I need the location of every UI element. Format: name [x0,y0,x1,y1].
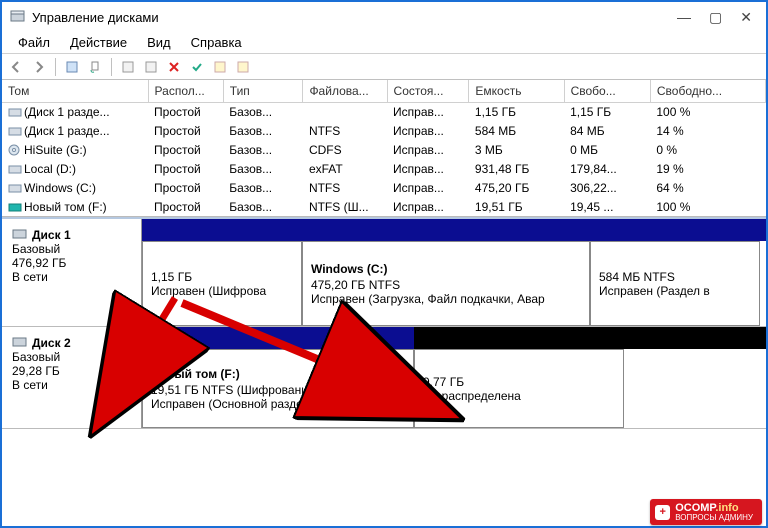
volume-table[interactable]: ТомРаспол...ТипФайлова...Состоя...Емкост… [2,80,766,216]
toolbar-separator [55,58,56,76]
apply-icon[interactable] [187,57,207,77]
disk-label[interactable]: Диск 2Базовый29,28 ГБВ сети [2,327,142,428]
minimize-button[interactable]: — [677,9,691,26]
disk-icon [12,227,28,241]
disk-row: Диск 2Базовый29,28 ГБВ сетиНовый том (F:… [2,327,766,429]
column-header[interactable]: Распол... [148,80,223,102]
column-header[interactable]: Свобо... [564,80,650,102]
volume-icon [8,144,22,156]
toolbar-button[interactable] [233,57,253,77]
column-header[interactable]: Состоя... [387,80,469,102]
disk-label[interactable]: Диск 1Базовый476,92 ГБВ сети [2,219,142,326]
partition-stripe [142,219,766,241]
refresh-icon[interactable] [85,57,105,77]
table-row[interactable]: Windows (C:)ПростойБазов...NTFSИсправ...… [2,178,766,197]
volume-icon [8,125,22,137]
forward-icon[interactable] [29,57,49,77]
partition-stripe [142,327,766,349]
watermark-sub: ВОПРОСЫ АДМИНУ [675,514,753,522]
table-row[interactable]: Новый том (F:)ПростойБазов...NTFS (Ш...И… [2,197,766,216]
table-row[interactable]: HiSuite (G:)ПростойБазов...CDFSИсправ...… [2,140,766,159]
disk-management-window: Управление дисками — ▢ ✕ Файл Действие В… [0,0,768,528]
partition[interactable]: Новый том (F:)19,51 ГБ NTFS (Шифрование … [142,349,414,428]
partition[interactable]: 584 МБ NTFSИсправен (Раздел в [590,241,760,326]
partition[interactable]: 9,77 ГБНе распределена [414,349,624,428]
disk-row: Диск 1Базовый476,92 ГБВ сети1,15 ГБИспра… [2,219,766,327]
menu-help[interactable]: Справка [181,33,252,52]
volume-icon [8,163,22,175]
volume-list: ТомРаспол...ТипФайлова...Состоя...Емкост… [2,80,766,217]
toolbar-button[interactable] [141,57,161,77]
window-title: Управление дисками [32,10,677,25]
app-icon [10,10,26,24]
column-header[interactable]: Емкость [469,80,564,102]
delete-icon[interactable] [164,57,184,77]
back-icon[interactable] [6,57,26,77]
menu-action[interactable]: Действие [60,33,137,52]
volume-icon [8,106,22,118]
toolbar-button[interactable] [62,57,82,77]
menubar: Файл Действие Вид Справка [2,32,766,54]
toolbar-button[interactable] [118,57,138,77]
toolbar-separator [111,58,112,76]
column-header[interactable]: Файлова... [303,80,387,102]
disk-graphical-view: Диск 1Базовый476,92 ГБВ сети1,15 ГБИспра… [2,217,766,526]
menu-view[interactable]: Вид [137,33,181,52]
column-header[interactable]: Свободно... [650,80,765,102]
table-row[interactable]: (Диск 1 разде...ПростойБазов...NTFSИспра… [2,121,766,140]
menu-file[interactable]: Файл [8,33,60,52]
watermark: + OCOMP.info ВОПРОСЫ АДМИНУ [650,499,762,525]
plus-icon: + [655,505,670,520]
close-button[interactable]: ✕ [740,9,752,26]
titlebar: Управление дисками — ▢ ✕ [2,2,766,32]
toolbar [2,54,766,80]
partition[interactable]: 1,15 ГБИсправен (Шифрова [142,241,302,326]
maximize-button[interactable]: ▢ [709,9,722,26]
column-header[interactable]: Тип [223,80,303,102]
partition[interactable]: Windows (C:)475,20 ГБ NTFSИсправен (Загр… [302,241,590,326]
volume-icon [8,182,22,194]
table-row[interactable]: Local (D:)ПростойБазов...exFATИсправ...9… [2,159,766,178]
disk-icon [12,335,28,349]
table-row[interactable]: (Диск 1 разде...ПростойБазов...Исправ...… [2,102,766,121]
window-controls: — ▢ ✕ [677,9,758,26]
volume-icon [8,201,22,213]
toolbar-button[interactable] [210,57,230,77]
column-header[interactable]: Том [2,80,148,102]
